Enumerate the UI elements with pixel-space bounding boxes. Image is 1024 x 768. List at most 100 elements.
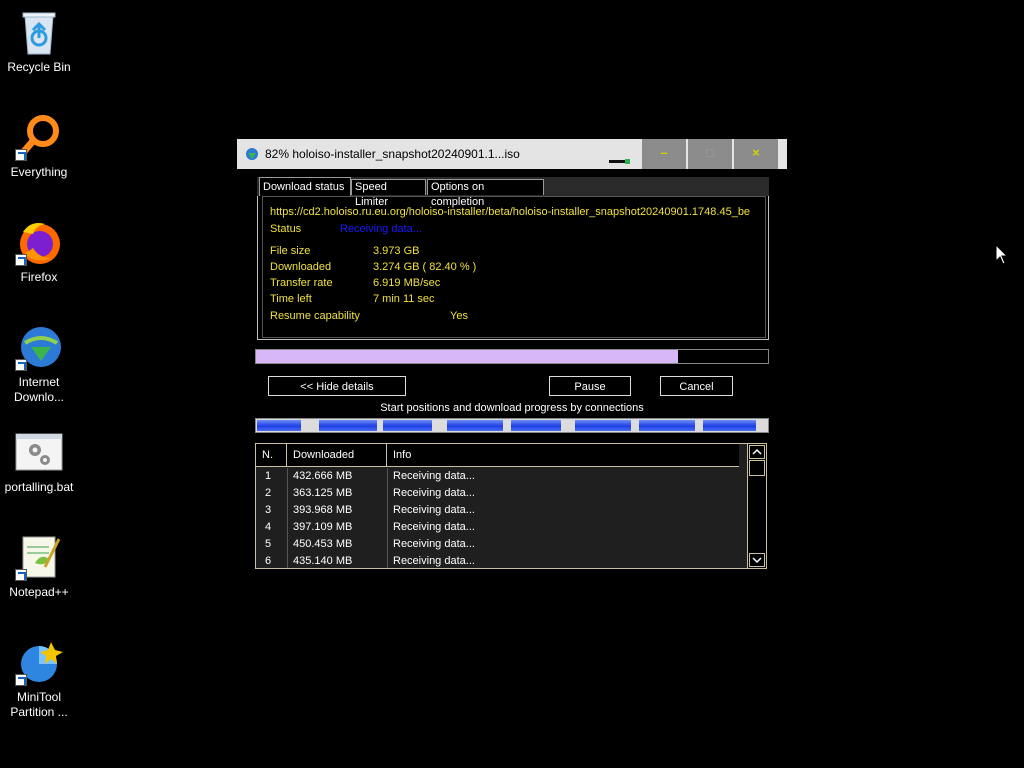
tab-options-on-completion[interactable]: Options on completion — [427, 179, 544, 208]
downloaded-value: 3.274 GB ( 82.40 % ) — [373, 261, 477, 273]
download-progress-window: 82% holoiso-installer_snapshot20240901.1… — [237, 139, 787, 579]
tab-speed-limiter[interactable]: Speed Limiter — [351, 179, 426, 208]
tab-download-status[interactable]: Download status — [259, 177, 351, 196]
table-row[interactable]: 4 397.109 MB Receiving data... — [256, 519, 739, 536]
desktop-icon-label: portalling.bat — [4, 480, 74, 494]
desktop-icon-portalling-bat[interactable]: portalling.bat — [0, 422, 78, 495]
scroll-thumb[interactable] — [749, 460, 765, 476]
table-scrollbar[interactable] — [747, 444, 766, 568]
status-row: Status Receiving data... — [270, 223, 422, 235]
internet-download-manager-icon — [15, 323, 63, 371]
connection-segment-6 — [575, 420, 631, 431]
table-body: 1 432.666 MB Receiving data... 2 363.125… — [256, 468, 739, 568]
notepadpp-icon — [15, 533, 63, 581]
tab-strip: Download status Speed Limiter Options on… — [257, 177, 769, 208]
column-header-n[interactable]: N. — [256, 444, 287, 466]
downloaded-row: Downloaded 3.274 GB ( 82.40 % ) — [270, 261, 476, 273]
file-size-value: 3.973 GB — [373, 245, 420, 257]
resume-capability-label: Resume capability — [270, 310, 360, 322]
recycle-bin-icon — [15, 8, 63, 56]
download-progress-bar — [255, 349, 769, 364]
batch-file-gear-icon — [15, 428, 63, 476]
time-left-label: Time left — [270, 293, 312, 305]
progress-fill — [256, 350, 678, 363]
cell-downloaded: 363.125 MB — [293, 487, 353, 499]
desktop-icon-firefox[interactable]: Firefox — [0, 212, 78, 285]
resume-capability-value: Yes — [450, 310, 468, 322]
cell-n: 6 — [265, 555, 272, 567]
desktop-icon-idm[interactable]: Internet Downlo... — [0, 317, 78, 405]
cell-n: 3 — [265, 504, 272, 516]
close-button[interactable]: × — [734, 139, 778, 169]
mouse-cursor-icon — [995, 243, 1009, 271]
shortcut-arrow-icon — [15, 254, 27, 266]
connection-segment-1 — [257, 420, 301, 431]
chevron-down-icon — [752, 557, 762, 564]
cancel-button[interactable]: Cancel — [660, 376, 733, 396]
connection-segment-4 — [447, 420, 503, 431]
cell-downloaded: 435.140 MB — [293, 555, 353, 567]
desktop-icon-label: Everything — [10, 165, 68, 179]
table-row[interactable]: 1 432.666 MB Receiving data... — [256, 468, 739, 485]
resume-capability-row: Resume capability Yes — [270, 310, 468, 322]
desktop-icon-label-line1: Internet — [18, 375, 60, 389]
desktop-icon-minitool[interactable]: MiniTool Partition ... — [0, 632, 78, 720]
connections-progress-bar — [255, 418, 769, 433]
cell-info: Receiving data... — [393, 470, 475, 482]
connection-segment-5 — [511, 420, 561, 431]
transfer-rate-row: Transfer rate 6.919 MB/sec — [270, 277, 440, 289]
cell-n: 5 — [265, 538, 272, 550]
desktop-icon-notepadpp[interactable]: Notepad++ — [0, 527, 78, 600]
cell-n: 1 — [265, 470, 272, 482]
cell-info: Receiving data... — [393, 487, 475, 499]
table-row[interactable]: 3 393.968 MB Receiving data... — [256, 502, 739, 519]
download-dialog-body: Download status Speed Limiter Options on… — [255, 177, 769, 577]
table-row[interactable]: 5 450.453 MB Receiving data... — [256, 536, 739, 553]
time-left-row: Time left 7 min 11 sec — [270, 293, 435, 305]
minimize-button[interactable]: – — [642, 139, 686, 169]
column-header-downloaded[interactable]: Downloaded — [287, 444, 387, 466]
file-size-label: File size — [270, 245, 311, 257]
firefox-icon — [15, 218, 63, 266]
scroll-up-button[interactable] — [749, 445, 765, 459]
connection-segment-3 — [383, 420, 432, 431]
speed-indicator-icon — [609, 155, 631, 164]
window-title: 82% holoiso-installer_snapshot20240901.1… — [265, 147, 520, 161]
cell-n: 4 — [265, 521, 272, 533]
downloaded-label: Downloaded — [270, 261, 332, 273]
window-titlebar[interactable]: 82% holoiso-installer_snapshot20240901.1… — [237, 139, 787, 169]
download-url: https://cd2.holoiso.ru.eu.org/holoiso-in… — [270, 206, 751, 218]
shortcut-arrow-icon — [15, 569, 27, 581]
desktop-icon-label-line2: Partition ... — [10, 705, 68, 719]
cell-info: Receiving data... — [393, 521, 475, 533]
scroll-down-button[interactable] — [749, 553, 765, 567]
transfer-rate-value: 6.919 MB/sec — [373, 277, 441, 289]
desktop-icon-label: Notepad++ — [9, 585, 69, 599]
desktop-icon-label-line1: MiniTool — [16, 690, 61, 704]
cell-info: Receiving data... — [393, 538, 475, 550]
desktop-icon-label-line2: Downlo... — [13, 390, 65, 404]
connection-segment-2 — [319, 420, 377, 431]
desktop-icon-everything[interactable]: Everything — [0, 107, 78, 180]
hide-details-button[interactable]: << Hide details — [268, 376, 406, 396]
cell-downloaded: 397.109 MB — [293, 521, 353, 533]
cell-info: Receiving data... — [393, 504, 475, 516]
connections-table: N. Downloaded Info 1 432.666 MB Receivin… — [255, 443, 767, 569]
connection-segment-8 — [703, 420, 756, 431]
everything-search-icon — [15, 113, 63, 161]
table-row[interactable]: 2 363.125 MB Receiving data... — [256, 485, 739, 502]
desktop-icon-label: Firefox — [20, 270, 58, 284]
cell-downloaded: 393.968 MB — [293, 504, 353, 516]
connections-caption: Start positions and download progress by… — [380, 402, 644, 414]
desktop-icon-recycle-bin[interactable]: Recycle Bin — [0, 2, 78, 75]
cell-info: Receiving data... — [393, 555, 475, 567]
table-row[interactable]: 6 435.140 MB Receiving data... — [256, 553, 739, 568]
maximize-button[interactable]: □ — [688, 139, 732, 169]
transfer-rate-label: Transfer rate — [270, 277, 333, 289]
connection-segment-7 — [639, 420, 695, 431]
pause-button[interactable]: Pause — [549, 376, 631, 396]
shortcut-arrow-icon — [15, 359, 27, 371]
cell-n: 2 — [265, 487, 272, 499]
column-header-info[interactable]: Info — [387, 444, 739, 466]
file-size-row: File size 3.973 GB — [270, 245, 419, 257]
